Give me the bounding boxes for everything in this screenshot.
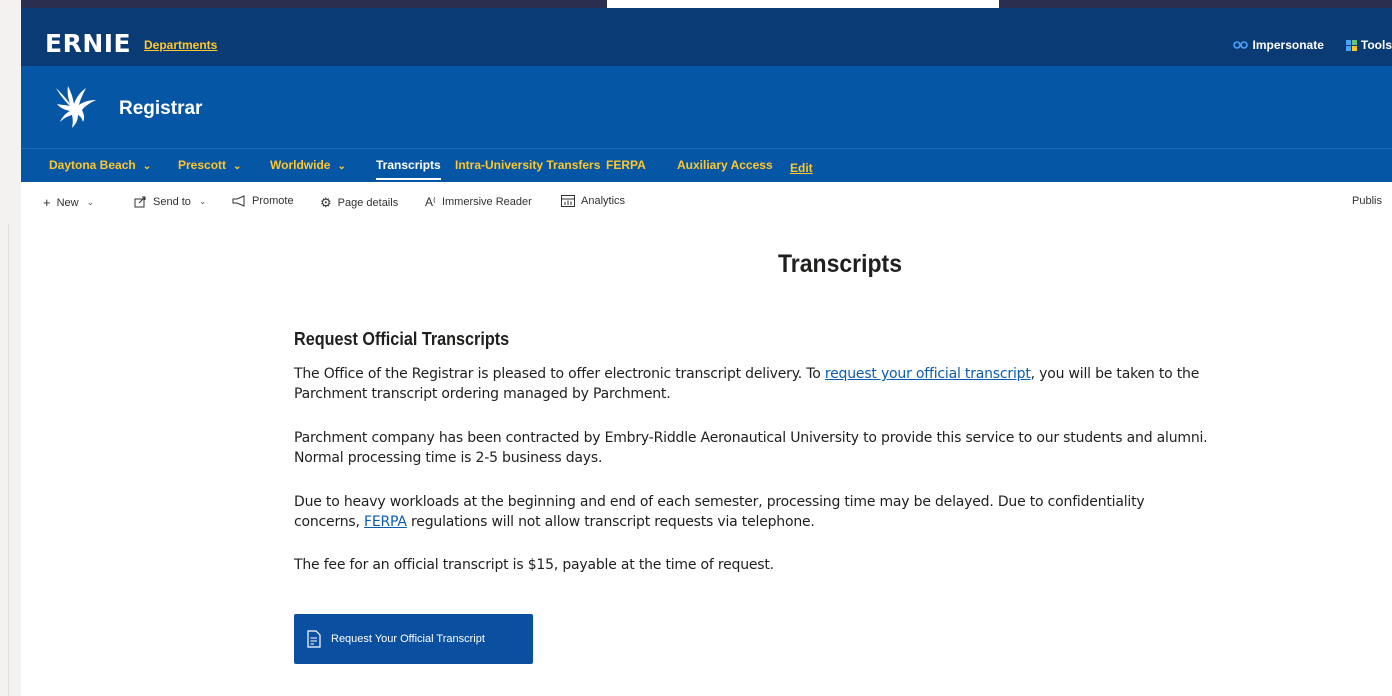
promote-button[interactable]: Promote — [232, 195, 294, 207]
tools-button[interactable]: Tools — [1345, 38, 1392, 52]
send-to-label: Send to — [153, 195, 191, 208]
fee-paragraph: The fee for an official transcript is $1… — [294, 557, 774, 573]
nav-item-daytona-beach[interactable]: Daytona Beach ⌄ — [49, 158, 151, 172]
nav-item-label: Transcripts — [376, 158, 441, 172]
request-transcript-link[interactable]: request your official transcript — [825, 366, 1031, 382]
nav-item-ferpa[interactable]: FERPA — [606, 158, 646, 172]
site-title[interactable]: Registrar — [119, 98, 202, 120]
nav-item-label: FERPA — [606, 158, 646, 172]
left-gutter — [0, 0, 21, 696]
workload-paragraph: Due to heavy workloads at the beginning … — [294, 492, 1154, 532]
chevron-down-icon: ⌄ — [198, 196, 207, 206]
promote-label: Promote — [252, 195, 294, 207]
immersive-reader-label: Immersive Reader — [441, 196, 532, 208]
intro-paragraph: The Office of the Registrar is pleased t… — [294, 364, 1254, 404]
section-heading: Request Official Transcripts — [294, 329, 510, 349]
analytics-label: Analytics — [581, 195, 626, 207]
new-button[interactable]: + New ⌄ — [43, 195, 94, 210]
chevron-down-icon: ⌄ — [233, 161, 242, 172]
page-title: Transcripts — [778, 250, 902, 278]
site-navigation: Daytona Beach ⌄ Prescott ⌄ Worldwide ⌄ Tran… — [21, 148, 1392, 182]
nav-edit-link[interactable]: Edit — [790, 161, 813, 175]
gutter-divider — [8, 224, 9, 696]
nav-item-worldwide[interactable]: Worldwide ⌄ — [270, 158, 346, 172]
impersonate-label: Impersonate — [1252, 38, 1324, 52]
impersonate-button[interactable]: Impersonate — [1232, 38, 1324, 52]
command-bar: + New ⌄ Send to ⌄ Promote ⚙ Page details… — [21, 182, 1392, 222]
nav-item-transcripts[interactable]: Transcripts — [376, 158, 441, 180]
site-header: Registrar — [21, 66, 1392, 148]
nav-item-auxiliary-access[interactable]: Auxiliary Access — [677, 158, 773, 172]
tools-icon — [1345, 39, 1357, 51]
plus-icon: + — [43, 195, 51, 210]
nav-item-label: Auxiliary Access — [677, 158, 773, 172]
publish-label: Publis — [1352, 195, 1382, 207]
departments-link[interactable]: Departments — [144, 38, 217, 52]
nav-item-label: Prescott — [178, 158, 227, 172]
analytics-icon — [561, 195, 575, 207]
ferpa-link[interactable]: FERPA — [364, 514, 407, 530]
chevron-down-icon: ⌄ — [142, 161, 152, 172]
share-icon — [134, 196, 146, 208]
new-label: New — [56, 196, 79, 209]
paragraph-text: regulations will not allow transcript re… — [406, 514, 815, 530]
request-transcript-button-label: Request Your Official Transcript — [331, 633, 485, 645]
request-transcript-button[interactable]: Request Your Official Transcript — [294, 614, 533, 664]
eagle-logo-icon[interactable] — [52, 84, 98, 132]
immersive-reader-icon: A⁽ — [425, 195, 436, 209]
nav-item-prescott[interactable]: Prescott ⌄ — [178, 158, 241, 172]
nav-item-label: Daytona Beach — [49, 158, 136, 172]
suite-bar: ERNIE Departments Impersonate Tools — [21, 8, 1392, 66]
publish-button[interactable]: Publis — [1352, 195, 1382, 207]
nav-item-intra-university-transfers[interactable]: Intra-University Transfers — [455, 158, 600, 172]
nav-item-label: Worldwide — [270, 158, 331, 172]
suite-actions: Impersonate Tools — [1232, 38, 1392, 52]
send-to-button[interactable]: Send to ⌄ — [134, 195, 206, 208]
gear-icon: ⚙ — [320, 195, 332, 210]
paragraph-text: The Office of the Registrar is pleased t… — [294, 366, 825, 382]
impersonate-icon — [1232, 41, 1248, 49]
tools-label: Tools — [1360, 38, 1392, 52]
page-details-button[interactable]: ⚙ Page details — [320, 195, 398, 211]
megaphone-icon — [232, 195, 245, 207]
chevron-down-icon: ⌄ — [337, 161, 346, 172]
ernie-logo[interactable]: ERNIE — [45, 31, 131, 56]
analytics-button[interactable]: Analytics — [561, 195, 625, 207]
page-details-label: Page details — [337, 197, 399, 209]
document-icon — [307, 630, 321, 648]
parchment-paragraph: Parchment company has been contracted by… — [294, 430, 1208, 466]
nav-item-label: Intra-University Transfers — [455, 158, 601, 172]
chevron-down-icon: ⌄ — [86, 197, 95, 207]
immersive-reader-button[interactable]: A⁽ Immersive Reader — [425, 195, 532, 209]
